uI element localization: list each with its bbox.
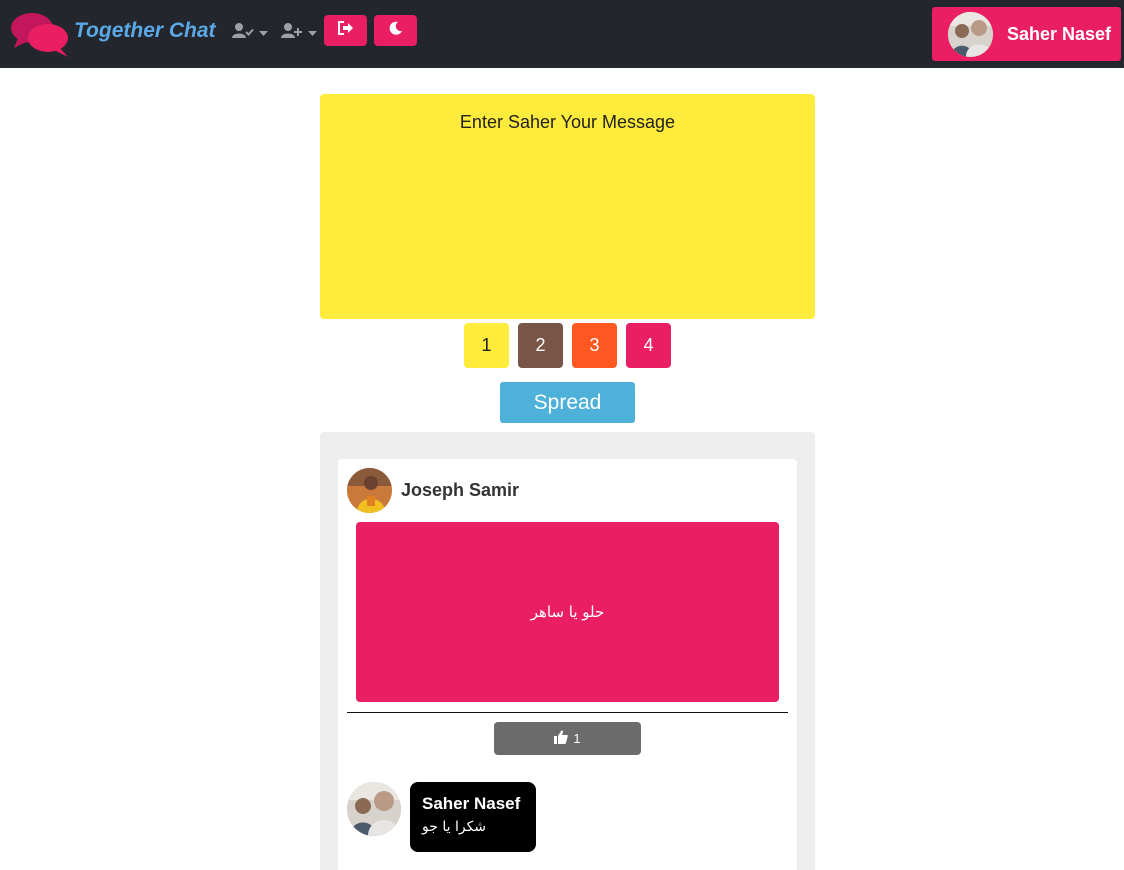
- user-check-icon: [232, 22, 254, 44]
- avatar: [948, 11, 993, 57]
- user-plus-icon: [281, 22, 303, 44]
- comment-bubble: Saher Nasef شكرا يا جو: [410, 782, 537, 852]
- color-option-label: 4: [643, 335, 654, 355]
- sign-out-icon: [337, 21, 354, 40]
- color-option-2[interactable]: 2: [518, 323, 563, 368]
- profile-button[interactable]: Saher Nasef: [932, 7, 1121, 61]
- divider: [347, 712, 788, 713]
- chat-bubbles-logo-icon: [10, 10, 70, 58]
- brand-title: Together Chat: [74, 19, 216, 42]
- chevron-down-icon: [259, 24, 268, 42]
- spread-button[interactable]: Spread: [500, 382, 635, 423]
- color-option-3[interactable]: 3: [572, 323, 617, 368]
- brand[interactable]: Together Chat: [10, 10, 216, 58]
- avatar[interactable]: [347, 782, 401, 836]
- avatar[interactable]: [347, 468, 392, 513]
- color-picker: 1 2 3 4: [464, 323, 671, 368]
- logout-button[interactable]: [324, 15, 367, 46]
- color-option-label: 3: [589, 335, 600, 355]
- post-header: Joseph Samir: [347, 468, 519, 513]
- profile-name: Saher Nasef: [1007, 23, 1112, 44]
- color-option-label: 2: [535, 335, 546, 355]
- chevron-down-icon: [308, 24, 317, 42]
- comment: Saher Nasef شكرا يا جو: [347, 782, 537, 852]
- dark-mode-button[interactable]: [374, 15, 417, 46]
- comment-text: شكرا يا جو: [422, 819, 487, 835]
- post-card: Joseph Samir حلو يا ساهر 1 Saher Nasef ش…: [338, 459, 797, 870]
- friends-dropdown[interactable]: [232, 22, 268, 44]
- moon-icon: [389, 21, 403, 40]
- navbar: Together Chat Saher Nasef: [0, 0, 1124, 68]
- post-text: حلو يا ساهر: [530, 603, 605, 621]
- comment-author[interactable]: Saher Nasef: [422, 794, 520, 814]
- color-option-label: 1: [481, 335, 492, 355]
- like-count: 1: [573, 731, 581, 746]
- post-author[interactable]: Joseph Samir: [401, 480, 519, 501]
- like-button[interactable]: 1: [494, 722, 641, 755]
- color-option-1[interactable]: 1: [464, 323, 509, 368]
- post-message: حلو يا ساهر: [356, 522, 779, 702]
- thumbs-up-icon: [554, 730, 569, 747]
- feed: Joseph Samir حلو يا ساهر 1 Saher Nasef ش…: [320, 432, 815, 870]
- add-friend-dropdown[interactable]: [281, 22, 317, 44]
- color-option-4[interactable]: 4: [626, 323, 671, 368]
- message-input[interactable]: [320, 94, 815, 319]
